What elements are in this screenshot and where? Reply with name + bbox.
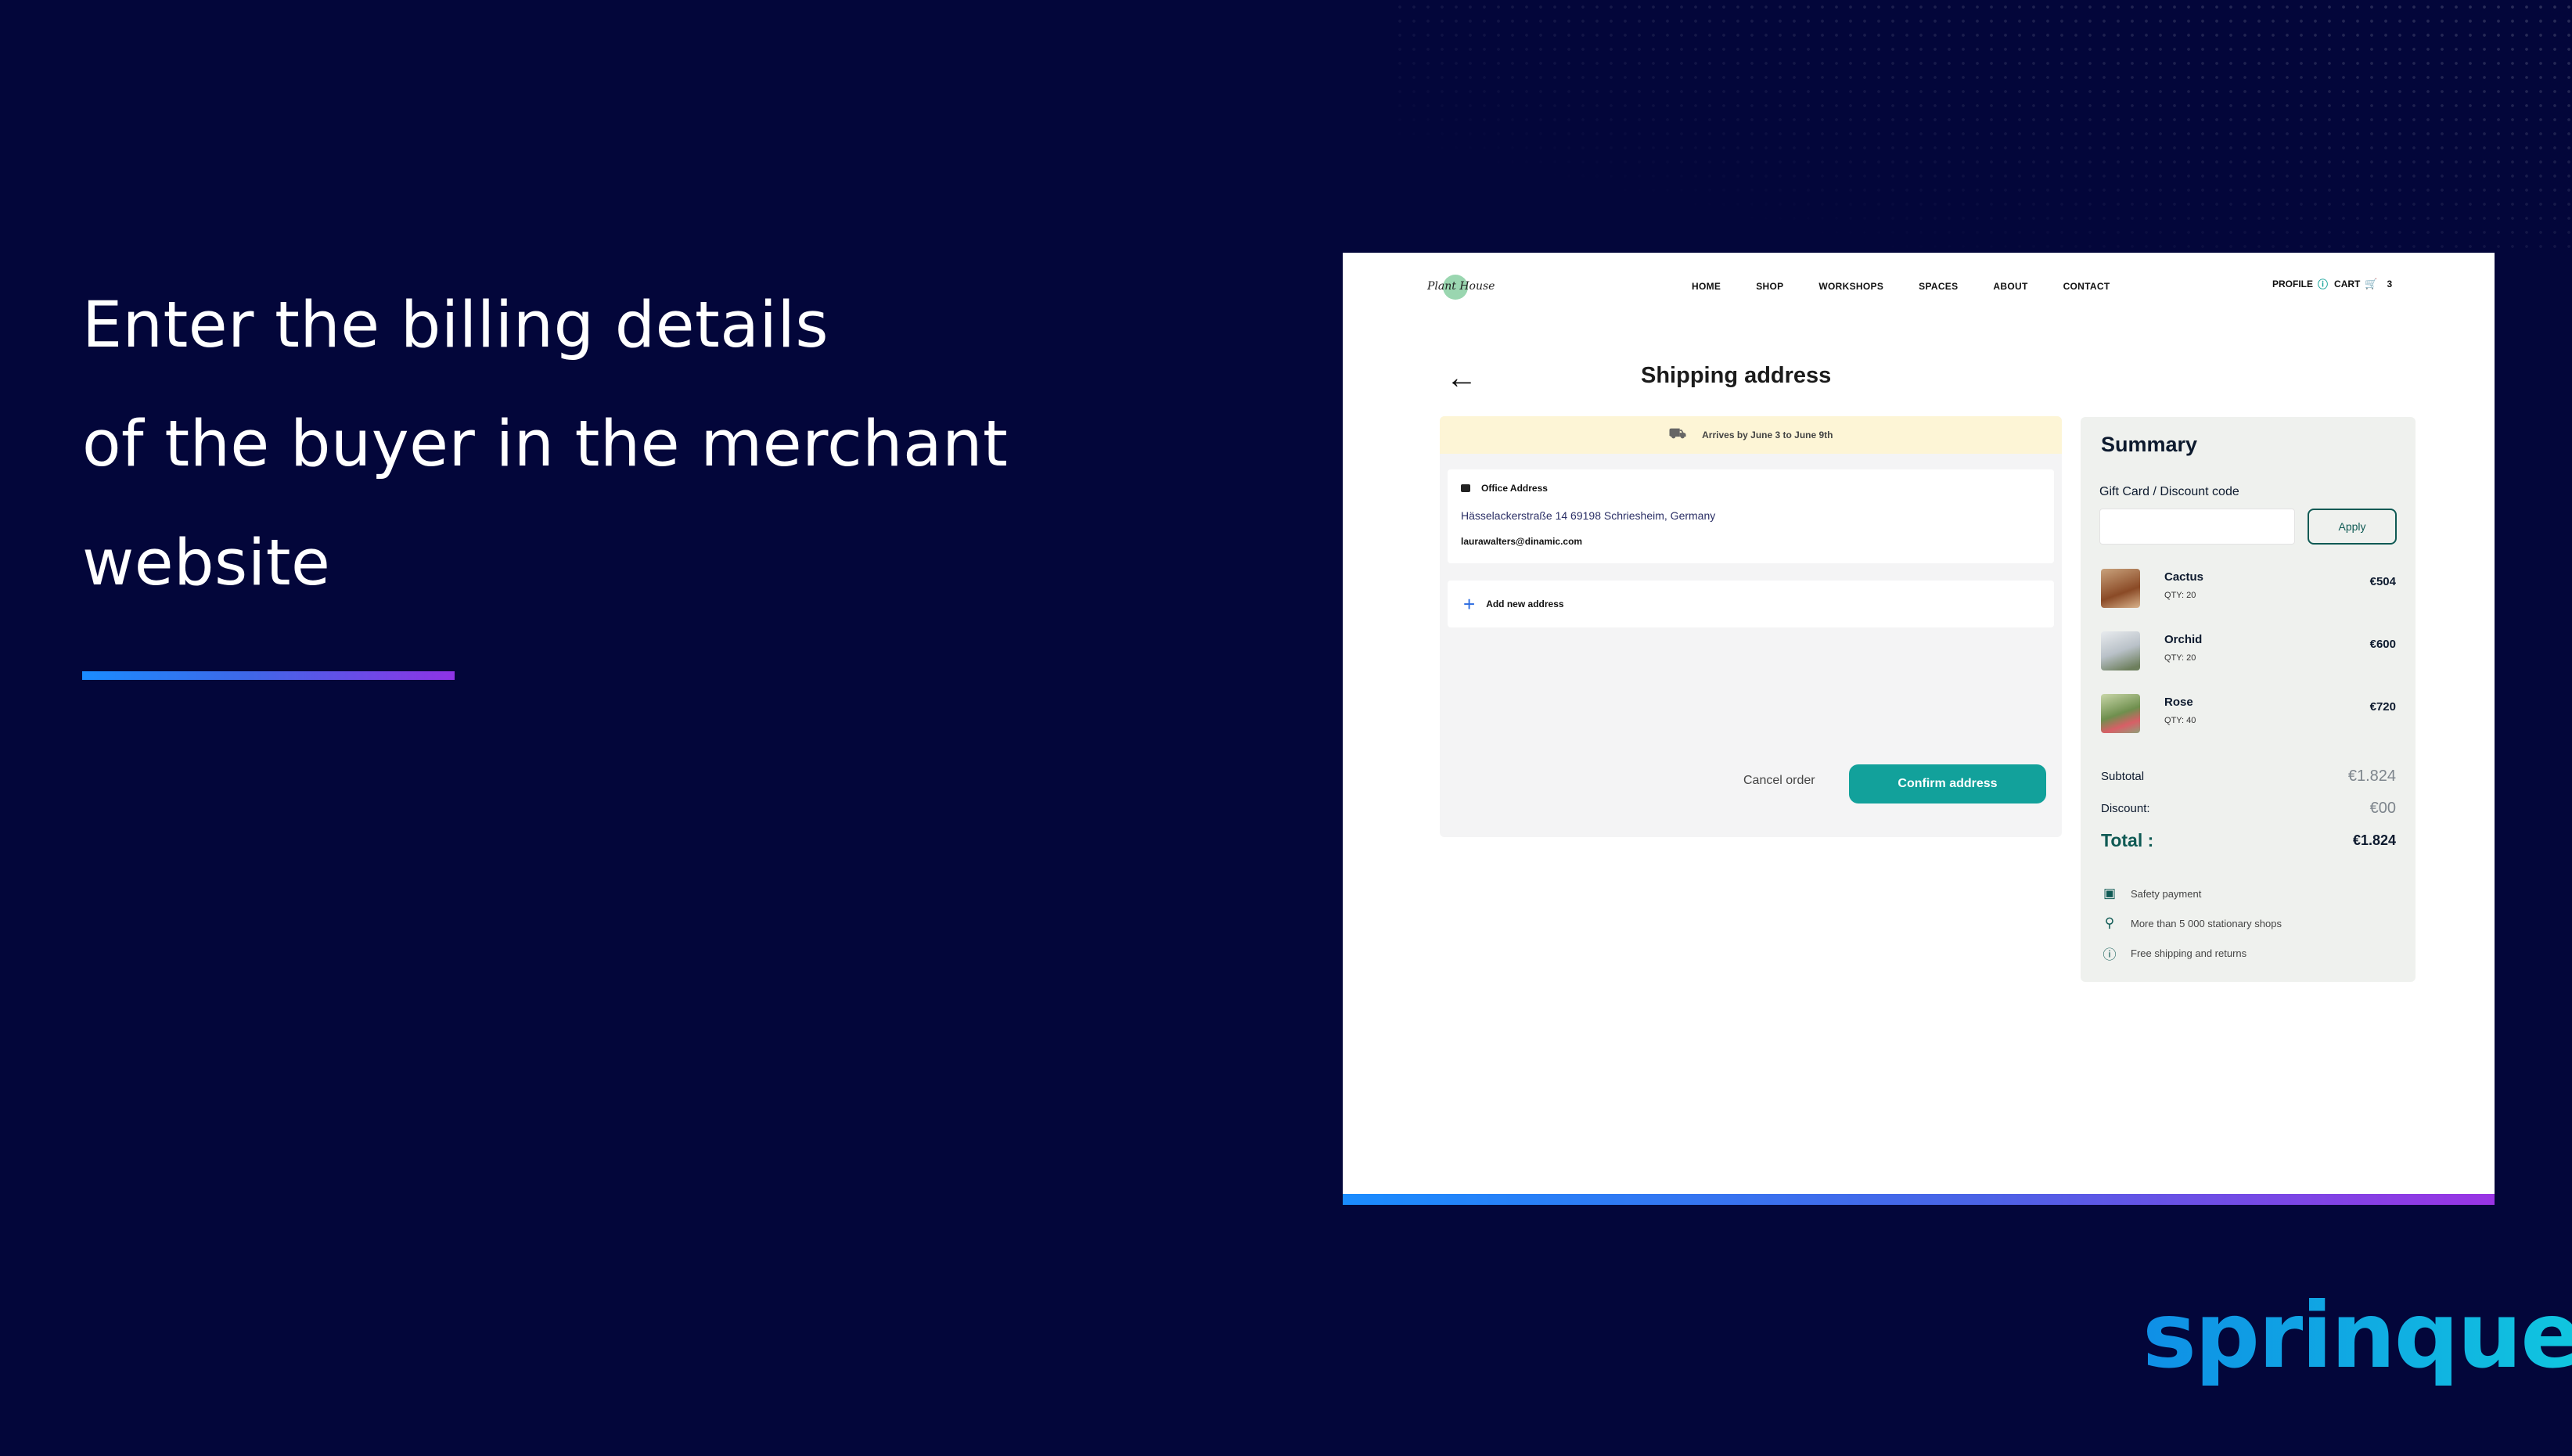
total-row: Total : €1.824 xyxy=(2101,830,2396,851)
headline-underline xyxy=(82,671,455,680)
summary-title: Summary xyxy=(2101,433,2198,456)
info-icon: ⓘ xyxy=(2103,947,2117,962)
nav-workshops[interactable]: WORKSHOPS xyxy=(1818,281,1883,292)
perk-item: ⓘ Free shipping and returns xyxy=(2101,938,2282,968)
orchid-thumbnail xyxy=(2101,631,2140,670)
perk-item: ▣ Safety payment xyxy=(2101,879,2282,908)
truck-icon: ⛟ xyxy=(1668,426,1687,441)
discount-row: Discount: €00 xyxy=(2101,800,2396,818)
cart-icon[interactable]: 🛒 xyxy=(2365,278,2377,290)
order-summary: Summary Gift Card / Discount code Apply … xyxy=(2081,417,2416,982)
logo-text: Plant House xyxy=(1427,280,1495,293)
cart-count: 3 xyxy=(2387,278,2393,289)
item-name: Orchid xyxy=(2164,633,2203,646)
perk-label: Free shipping and returns xyxy=(2131,947,2247,959)
map-pin-icon: ⚲ xyxy=(2104,915,2115,930)
gift-card-input[interactable] xyxy=(2099,509,2295,545)
address-type-label: Office Address xyxy=(1481,483,1548,494)
account-bar: PROFILE ⓘ CART 🛒 3 xyxy=(2272,276,2392,291)
gift-card-label: Gift Card / Discount code xyxy=(2099,485,2239,498)
main-nav: HOME SHOP WORKSHOPS SPACES ABOUT CONTACT xyxy=(1692,281,2145,292)
item-name: Rose xyxy=(2164,696,2193,709)
nav-spaces[interactable]: SPACES xyxy=(1919,281,1958,292)
plus-icon: + xyxy=(1463,592,1476,616)
arrival-banner: ⛟ Arrives by June 3 to June 9th xyxy=(1440,416,2062,454)
list-item: Rose QTY: 40 €720 xyxy=(2101,694,2396,757)
arrival-text: Arrives by June 3 to June 9th xyxy=(1702,430,1833,440)
cancel-order-button[interactable]: Cancel order xyxy=(1743,774,1815,788)
address-line: Hässelackerstraße 14 69198 Schriesheim, … xyxy=(1461,509,1716,522)
nav-contact[interactable]: CONTACT xyxy=(2063,281,2110,292)
address-panel: ⛟ Arrives by June 3 to June 9th Office A… xyxy=(1440,416,2062,837)
rose-thumbnail xyxy=(2101,694,2140,733)
nav-about[interactable]: ABOUT xyxy=(1993,281,2027,292)
cactus-thumbnail xyxy=(2101,569,2140,608)
screenshot-gradient-bar xyxy=(1343,1194,2495,1205)
headline-line-1: Enter the billing details xyxy=(82,289,829,362)
summary-items: Cactus QTY: 20 €504 Orchid QTY: 20 €600 … xyxy=(2101,569,2396,757)
perk-item: ⚲ More than 5 000 stationary shops xyxy=(2101,908,2282,938)
subtotal-value: €1.824 xyxy=(2347,768,2396,785)
address-type: Office Address xyxy=(1461,483,1548,494)
nav-shop[interactable]: SHOP xyxy=(1756,281,1783,292)
user-circle-icon[interactable]: ⓘ xyxy=(2318,276,2328,291)
arrow-left-icon[interactable]: ← xyxy=(1446,362,1477,394)
add-address-label: Add new address xyxy=(1486,599,1564,609)
subtotal-row: Subtotal €1.824 xyxy=(2101,768,2396,786)
headline-line-3: website xyxy=(82,527,331,600)
profile-link[interactable]: PROFILE xyxy=(2272,279,2313,289)
apply-button[interactable]: Apply xyxy=(2308,509,2397,545)
discount-value: €00 xyxy=(2369,800,2396,817)
perks-list: ▣ Safety payment ⚲ More than 5 000 stati… xyxy=(2101,879,2282,968)
address-card[interactable]: Office Address Hässelackerstraße 14 6919… xyxy=(1448,469,2054,563)
item-price: €720 xyxy=(2369,700,2396,714)
total-label: Total : xyxy=(2101,830,2154,850)
perk-label: Safety payment xyxy=(2131,887,2202,900)
item-price: €504 xyxy=(2369,575,2396,588)
subtotal-label: Subtotal xyxy=(2101,770,2145,783)
add-address-button[interactable]: + Add new address xyxy=(1448,581,2054,627)
sprinque-logo: sprinque xyxy=(2142,1283,2572,1389)
headline-line-2: of the buyer in the merchant xyxy=(82,408,1009,481)
dot-grid-decoration xyxy=(1393,0,2572,258)
address-email: laurawalters@dinamic.com xyxy=(1461,536,1583,547)
item-qty: QTY: 40 xyxy=(2164,716,2196,725)
total-value: €1.824 xyxy=(2352,832,2396,848)
discount-label: Discount: xyxy=(2101,802,2150,815)
item-price: €600 xyxy=(2369,638,2396,651)
credit-card-icon: ▣ xyxy=(2103,886,2117,901)
slide-headline: Enter the billing details of the buyer i… xyxy=(82,266,1008,623)
item-qty: QTY: 20 xyxy=(2164,591,2196,600)
briefcase-icon xyxy=(1461,484,1470,492)
merchant-website-screenshot: Plant House HOME SHOP WORKSHOPS SPACES A… xyxy=(1343,253,2495,1205)
nav-home[interactable]: HOME xyxy=(1692,281,1721,292)
list-item: Orchid QTY: 20 €600 xyxy=(2101,631,2396,694)
confirm-address-button[interactable]: Confirm address xyxy=(1849,764,2046,803)
item-qty: QTY: 20 xyxy=(2164,653,2196,663)
list-item: Cactus QTY: 20 €504 xyxy=(2101,569,2396,631)
cart-link[interactable]: CART xyxy=(2334,279,2360,289)
item-name: Cactus xyxy=(2164,570,2204,584)
page-title: Shipping address xyxy=(1641,363,1832,388)
perk-label: More than 5 000 stationary shops xyxy=(2131,917,2282,929)
site-logo[interactable]: Plant House xyxy=(1427,272,1495,304)
